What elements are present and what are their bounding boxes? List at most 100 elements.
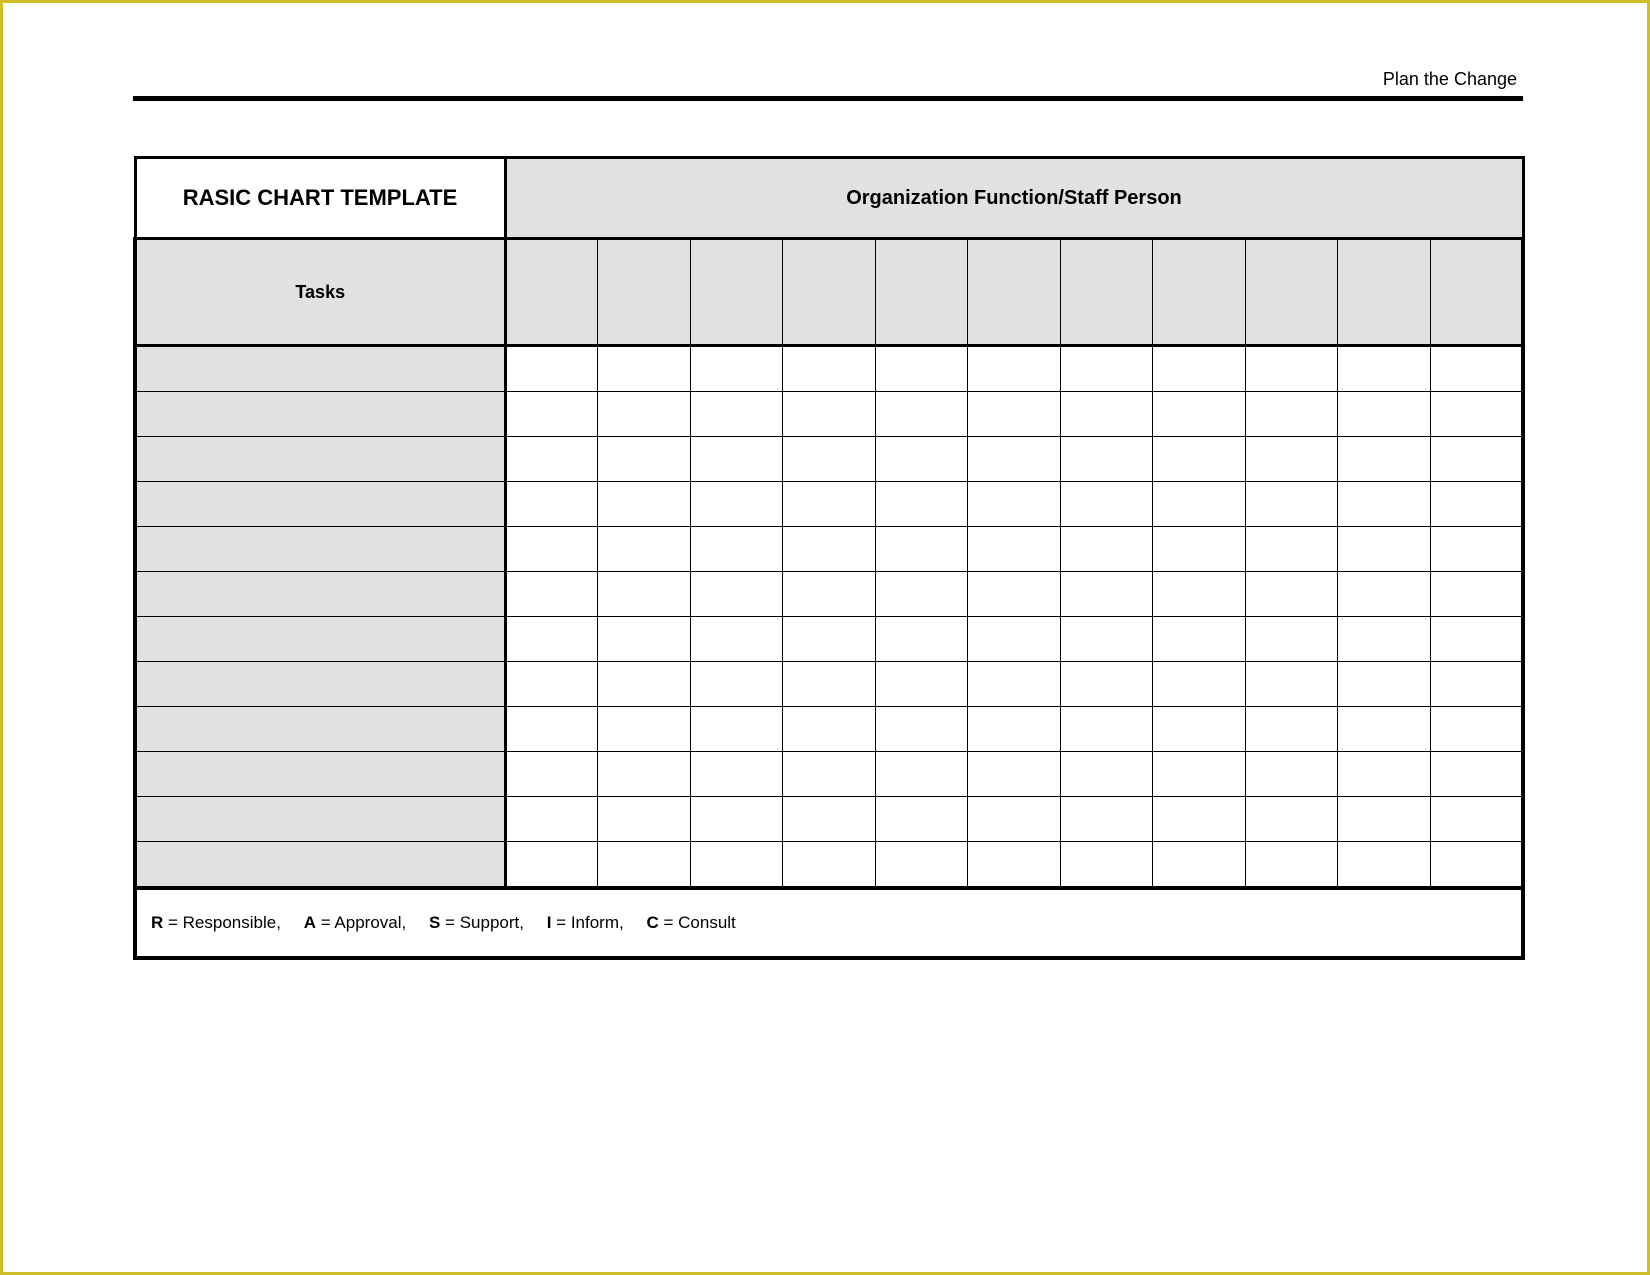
- task-name-cell: [135, 527, 505, 572]
- grid-cell: [1338, 752, 1431, 797]
- grid-cell: [1430, 346, 1523, 392]
- grid-cell: [875, 662, 968, 707]
- grid-cell: [1153, 392, 1246, 437]
- grid-cell: [1245, 752, 1338, 797]
- grid-cell: [1153, 797, 1246, 842]
- grid-cell: [783, 346, 876, 392]
- grid-cell: [1430, 617, 1523, 662]
- grid-cell: [690, 346, 783, 392]
- grid-cell: [1338, 437, 1431, 482]
- table-row: [135, 662, 1523, 707]
- grid-cell: [1245, 572, 1338, 617]
- column-header: [505, 239, 598, 346]
- page-frame: Plan the Change RASIC CHART TEMPLATE Org…: [0, 0, 1650, 1275]
- grid-cell: [1245, 482, 1338, 527]
- grid-cell: [598, 797, 691, 842]
- grid-cell: [968, 437, 1061, 482]
- grid-cell: [690, 527, 783, 572]
- grid-cell: [1430, 842, 1523, 889]
- grid-cell: [1153, 662, 1246, 707]
- grid-cell: [968, 662, 1061, 707]
- column-group-header: Organization Function/Staff Person: [505, 158, 1523, 239]
- grid-cell: [598, 707, 691, 752]
- grid-cell: [783, 392, 876, 437]
- grid-cell: [690, 797, 783, 842]
- column-header: [690, 239, 783, 346]
- grid-cell: [1338, 662, 1431, 707]
- grid-cell: [1245, 346, 1338, 392]
- column-header: [1153, 239, 1246, 346]
- table-row: [135, 527, 1523, 572]
- grid-cell: [968, 752, 1061, 797]
- grid-cell: [968, 572, 1061, 617]
- grid-cell: [1338, 707, 1431, 752]
- task-name-cell: [135, 346, 505, 392]
- task-name-cell: [135, 572, 505, 617]
- grid-cell: [1430, 482, 1523, 527]
- grid-cell: [1430, 572, 1523, 617]
- grid-cell: [598, 527, 691, 572]
- grid-cell: [505, 752, 598, 797]
- grid-cell: [1338, 842, 1431, 889]
- task-name-cell: [135, 437, 505, 482]
- table-row: [135, 482, 1523, 527]
- grid-cell: [505, 482, 598, 527]
- grid-cell: [1153, 752, 1246, 797]
- column-header: [968, 239, 1061, 346]
- grid-cell: [783, 527, 876, 572]
- task-name-cell: [135, 752, 505, 797]
- grid-cell: [968, 392, 1061, 437]
- grid-cell: [968, 527, 1061, 572]
- grid-cell: [1060, 572, 1153, 617]
- grid-cell: [875, 572, 968, 617]
- grid-cell: [1430, 752, 1523, 797]
- grid-cell: [875, 392, 968, 437]
- grid-cell: [875, 527, 968, 572]
- table-row: [135, 707, 1523, 752]
- legend-row: R = Responsible, A = Approval, S = Suppo…: [135, 888, 1523, 958]
- table-row: [135, 752, 1523, 797]
- column-header: [598, 239, 691, 346]
- grid-cell: [1430, 797, 1523, 842]
- grid-cell: [598, 752, 691, 797]
- grid-cell: [783, 482, 876, 527]
- grid-cell: [968, 842, 1061, 889]
- header-divider: [133, 96, 1523, 101]
- grid-cell: [1060, 392, 1153, 437]
- grid-cell: [1245, 617, 1338, 662]
- table-row: [135, 572, 1523, 617]
- chart-title: RASIC CHART TEMPLATE: [135, 158, 505, 239]
- column-header: [1430, 239, 1523, 346]
- column-header: [783, 239, 876, 346]
- grid-cell: [1060, 482, 1153, 527]
- table-row: [135, 392, 1523, 437]
- grid-cell: [598, 842, 691, 889]
- header-right-label: Plan the Change: [133, 69, 1523, 96]
- grid-cell: [690, 842, 783, 889]
- grid-cell: [783, 617, 876, 662]
- grid-cell: [690, 392, 783, 437]
- grid-cell: [783, 662, 876, 707]
- legend-text: R = Responsible, A = Approval, S = Suppo…: [151, 913, 736, 932]
- grid-cell: [598, 617, 691, 662]
- grid-cell: [968, 482, 1061, 527]
- grid-cell: [1430, 392, 1523, 437]
- grid-cell: [505, 437, 598, 482]
- grid-cell: [1153, 572, 1246, 617]
- grid-cell: [1338, 482, 1431, 527]
- grid-cell: [505, 662, 598, 707]
- grid-cell: [1430, 527, 1523, 572]
- grid-cell: [875, 617, 968, 662]
- grid-cell: [505, 572, 598, 617]
- grid-cell: [968, 617, 1061, 662]
- grid-cell: [1245, 437, 1338, 482]
- rasic-table: RASIC CHART TEMPLATE Organization Functi…: [133, 156, 1525, 960]
- grid-cell: [1338, 527, 1431, 572]
- grid-cell: [1153, 707, 1246, 752]
- grid-cell: [1430, 437, 1523, 482]
- grid-cell: [690, 662, 783, 707]
- grid-cell: [1338, 346, 1431, 392]
- grid-cell: [598, 392, 691, 437]
- grid-cell: [1153, 527, 1246, 572]
- grid-cell: [598, 662, 691, 707]
